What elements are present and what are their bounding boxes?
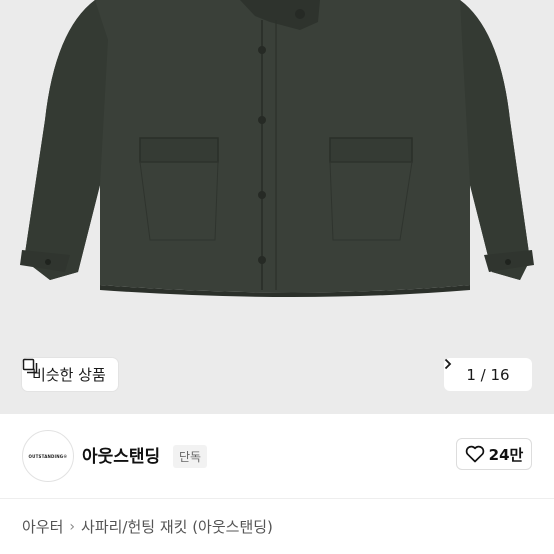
brand-row: OUTSTANDING® 아웃스탠딩 단독 24만 [0,414,554,499]
similar-products-label: 비슷한 상품 [32,366,106,384]
brand-name[interactable]: 아웃스탠딩 [82,442,160,467]
chevron-right-icon: › [69,518,76,535]
jacket-illustration [20,0,534,297]
breadcrumb-item-subcategory[interactable]: 사파리/헌팅 재킷 (아웃스탠딩) [81,516,273,537]
exclusive-badge: 단독 [173,445,208,468]
similar-products-button[interactable]: 비슷한 상품 [22,358,118,391]
heart-icon [465,445,484,463]
chevron-right-icon [444,358,452,370]
image-counter: 1 / 16 [466,365,510,384]
breadcrumb: 아우터 › 사파리/헌팅 재킷 (아웃스탠딩) [22,516,273,537]
like-button[interactable]: 24만 [456,438,532,470]
similar-items-icon [22,358,38,374]
like-count: 24만 [488,445,524,464]
image-counter-button[interactable]: 1 / 16 [444,358,532,391]
product-image[interactable]: 비슷한 상품 1 / 16 [0,0,554,414]
breadcrumb-item-category[interactable]: 아우터 [22,516,63,537]
brand-logo-text: OUTSTANDING® [28,453,68,459]
brand-logo[interactable]: OUTSTANDING® [22,430,74,482]
